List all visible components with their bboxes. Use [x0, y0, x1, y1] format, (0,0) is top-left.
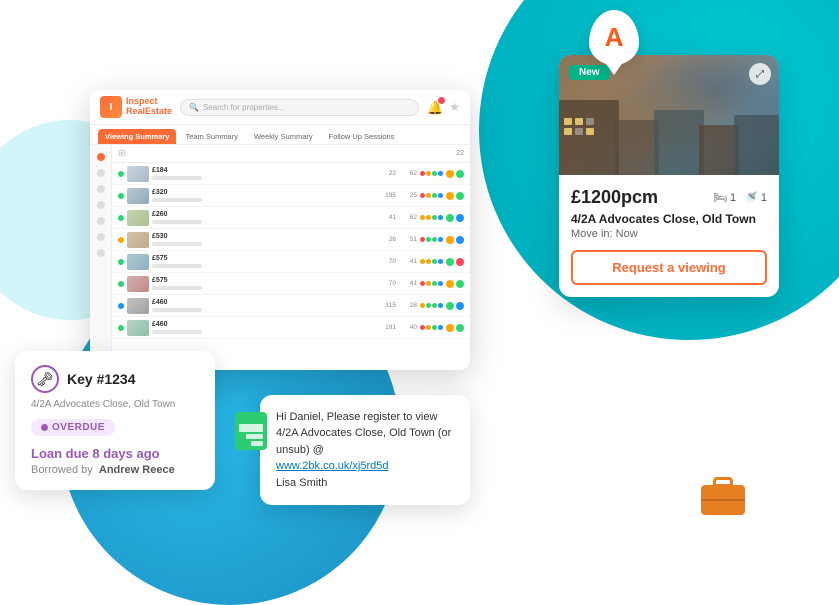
star-icon: ★	[449, 100, 460, 114]
app-tabs: Viewing Summary Team Summary Weekly Summ…	[90, 125, 470, 145]
bath-icon: 🚿	[744, 191, 758, 204]
tab-followup[interactable]: Follow Up Sessions	[322, 129, 402, 144]
table-row[interactable]: £184 22 62	[112, 163, 470, 185]
search-icon: 🔍	[189, 103, 199, 112]
app-window: I Inspect RealEstate 🔍 Search for proper…	[90, 90, 470, 370]
sms-link[interactable]: www.2bk.co.uk/xj5rd5d	[276, 460, 389, 472]
overdue-dot	[41, 424, 48, 431]
sidebar-item-1[interactable]	[97, 153, 105, 161]
movein-label: Move in:	[571, 228, 613, 240]
table-row[interactable]: £260 41 62	[112, 207, 470, 229]
sidebar-item-7[interactable]	[97, 249, 105, 257]
search-placeholder: Search for properties...	[203, 103, 284, 112]
briefcase-line	[701, 499, 745, 501]
bath-count: 1	[761, 192, 767, 204]
overdue-badge: OVERDUE	[31, 419, 115, 436]
col-count: 22	[456, 150, 464, 157]
sidebar-item-2[interactable]	[97, 169, 105, 177]
notification-badge	[438, 97, 445, 104]
logo-name2: RealEstate	[126, 106, 172, 116]
table-row[interactable]: £530 26 51	[112, 229, 470, 251]
table-row[interactable]: £460 315 28	[112, 295, 470, 317]
key-card: 🗝 Key #1234 4/2A Advocates Close, Old To…	[15, 351, 215, 490]
a-logo-letter: A	[605, 22, 624, 53]
app-content: ⊞ 22 £184 22 62	[112, 145, 470, 369]
key-header: 🗝 Key #1234	[31, 365, 199, 393]
overdue-label: OVERDUE	[52, 422, 105, 433]
expand-button[interactable]: ⤢	[749, 63, 771, 85]
sms-card: Hi Daniel, Please register to view 4/2A …	[260, 395, 470, 506]
doc-bar-1	[239, 424, 263, 432]
movein-info: Move in: Now	[571, 228, 767, 240]
table-header: ⊞ 22	[112, 145, 470, 163]
header-icons: 🔔 ★	[427, 99, 460, 115]
beds-amenity: 🛏 1	[713, 191, 736, 204]
table-row[interactable]: £460 191 40	[112, 317, 470, 339]
sms-text-content: Hi Daniel, Please register to view 4/2A …	[276, 411, 451, 456]
notification-bell[interactable]: 🔔	[427, 99, 443, 115]
tab-weekly-summary[interactable]: Weekly Summary	[247, 129, 320, 144]
sidebar-item-5[interactable]	[97, 217, 105, 225]
baths-amenity: 🚿 1	[744, 191, 767, 204]
amenities: 🛏 1 🚿 1	[713, 191, 767, 204]
table-row[interactable]: £575 70 41	[112, 251, 470, 273]
borrowed-name: Andrew Reece	[99, 464, 175, 476]
search-bar[interactable]: 🔍 Search for properties...	[180, 99, 419, 116]
key-icon: 🗝	[36, 371, 54, 388]
sidebar-item-4[interactable]	[97, 201, 105, 209]
tab-viewing-summary[interactable]: Viewing Summary	[98, 129, 176, 144]
app-sidebar	[90, 145, 112, 369]
sidebar-item-3[interactable]	[97, 185, 105, 193]
logo-name1: Inspect	[126, 96, 158, 106]
doc-chart-icon	[235, 412, 267, 450]
request-viewing-button[interactable]: Request a viewing	[571, 250, 767, 285]
sms-sender: Lisa Smith	[276, 477, 327, 489]
key-title: Key #1234	[67, 371, 136, 387]
key-icon-wrap: 🗝	[31, 365, 59, 393]
briefcase-body	[701, 485, 745, 515]
doc-bar-2	[246, 434, 263, 439]
property-card-body: £1200pcm 🛏 1 🚿 1 4/2A Advocates Close, O…	[559, 175, 779, 297]
loan-due-text: Loan due 8 days ago	[31, 446, 199, 461]
tab-team-summary[interactable]: Team Summary	[178, 129, 245, 144]
doc-body	[235, 412, 267, 450]
property-price: £1200pcm	[571, 187, 658, 208]
property-image: New ⤢	[559, 55, 779, 175]
key-address: 4/2A Advocates Close, Old Town	[31, 399, 199, 410]
property-address: 4/2A Advocates Close, Old Town	[571, 212, 767, 226]
a-logo-pin: A	[589, 10, 639, 70]
app-logo: I Inspect RealEstate	[100, 96, 172, 118]
table-row[interactable]: £320 195 25	[112, 185, 470, 207]
logo-icon: I	[100, 96, 122, 118]
movein-value: Now	[616, 228, 638, 240]
borrowed-label: Borrowed by	[31, 464, 93, 476]
sidebar-item-6[interactable]	[97, 233, 105, 241]
table-rows: £184 22 62	[112, 163, 470, 369]
app-header: I Inspect RealEstate 🔍 Search for proper…	[90, 90, 470, 125]
briefcase-icon	[701, 477, 749, 515]
logo-text: Inspect RealEstate	[126, 97, 172, 117]
table-row[interactable]: £575 70 41	[112, 273, 470, 295]
sort-icon: ⊞	[118, 148, 126, 159]
doc-bar-3	[251, 441, 263, 446]
borrowed-by: Borrowed by Andrew Reece	[31, 464, 199, 476]
bed-count: 1	[730, 192, 736, 204]
property-card: New ⤢ £1200pcm 🛏 1 🚿 1 4/2A Advocates Cl…	[559, 55, 779, 297]
bed-icon: 🛏	[713, 191, 727, 204]
sms-message: Hi Daniel, Please register to view 4/2A …	[276, 409, 454, 492]
price-row: £1200pcm 🛏 1 🚿 1	[571, 187, 767, 208]
app-body: ⊞ 22 £184 22 62	[90, 145, 470, 369]
